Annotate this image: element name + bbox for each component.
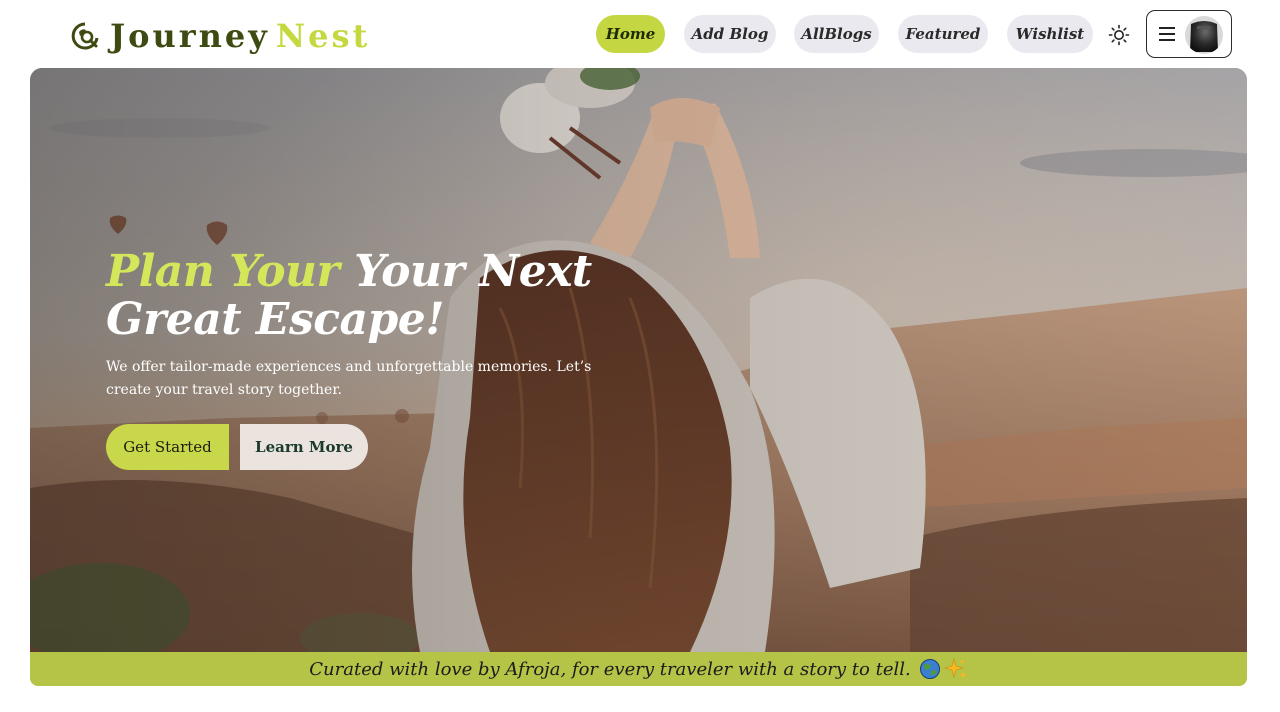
nav-wishlist[interactable]: Wishlist: [1007, 15, 1093, 53]
nav-all-blogs[interactable]: AllBlogs: [794, 15, 879, 53]
hero-description: We offer tailor-made experiences and unf…: [106, 359, 592, 398]
theme-toggle-button[interactable]: [1104, 20, 1134, 50]
brand-name-part1: Journey: [110, 17, 270, 55]
globe-search-icon: [71, 22, 99, 50]
get-started-button[interactable]: Get Started: [106, 424, 229, 470]
navbar: Journey Nest Home Add Blog AllBlogs Featu…: [0, 0, 1280, 68]
brand-name: Journey Nest: [110, 16, 370, 56]
brand-name-part2: Nest: [275, 17, 371, 55]
nav-add-blog[interactable]: Add Blog: [684, 15, 776, 53]
hero-banner: Plan Your Your Next Great Escape! We off…: [30, 68, 1247, 652]
sparkles-icon: [943, 657, 967, 679]
tagline-strip: Curated with love by Afroja, for every t…: [30, 652, 1247, 686]
tagline-icons: [919, 657, 968, 681]
sun-icon: [1108, 24, 1130, 46]
learn-more-button[interactable]: Learn More: [240, 424, 368, 470]
hero-title-highlight: Plan Your: [106, 246, 340, 297]
hero-title: Plan Your Your Next Great Escape!: [106, 248, 666, 344]
brand-logo[interactable]: Journey Nest: [70, 16, 370, 56]
hero-title-line2: Great Escape!: [106, 294, 445, 345]
nav-featured[interactable]: Featured: [898, 15, 988, 53]
nav-home[interactable]: Home: [596, 15, 665, 53]
hero-title-line1-rest: Your Next: [354, 246, 592, 297]
profile-menu-button[interactable]: [1146, 10, 1232, 58]
tagline-text: Curated with love by Afroja, for every t…: [309, 658, 911, 680]
globe-icon: [919, 659, 940, 679]
user-avatar: [1185, 16, 1223, 54]
hamburger-icon: [1159, 27, 1175, 41]
